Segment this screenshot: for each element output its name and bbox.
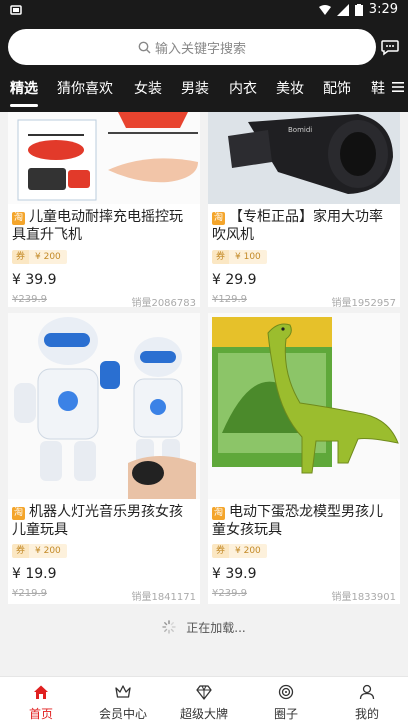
- product-card[interactable]: 淘儿童电动耐摔充电摇控玩具直升飞机 券 ¥ 200 ¥ 39.9 ¥239.9 销…: [8, 112, 200, 309]
- product-price: ¥ 39.9: [212, 566, 257, 582]
- coupon-badge: 券 ¥ 200: [12, 544, 67, 558]
- tab-jingxuan[interactable]: 精选: [10, 78, 38, 98]
- sales-count: 销量2086783: [131, 298, 196, 309]
- search-row: 输入关键字搜索: [8, 29, 400, 65]
- wifi-icon: [318, 4, 331, 15]
- notification-icon: [10, 5, 22, 15]
- coupon-badge: 券 ¥ 200: [212, 544, 267, 558]
- message-icon[interactable]: [380, 37, 400, 57]
- nav-super-brand[interactable]: 超级大牌: [163, 677, 245, 726]
- diamond-icon: [196, 685, 212, 700]
- product-image: [8, 313, 200, 499]
- original-price: ¥219.9: [12, 588, 47, 599]
- product-card[interactable]: 淘机器人灯光音乐男孩女孩儿童玩具 券 ¥ 200 ¥ 19.9 ¥219.9 销量…: [8, 313, 200, 604]
- tab-beauty[interactable]: 美妆: [276, 78, 304, 98]
- product-card[interactable]: Bomidi 淘【专柜正品】家用大功率吹风机 券 ¥ 100 ¥ 29.9 ¥12…: [208, 112, 400, 309]
- taobao-tag: 淘: [12, 212, 25, 225]
- status-bar: 3:29: [0, 0, 408, 24]
- taobao-tag: 淘: [212, 507, 225, 520]
- dinosaur-image: [208, 313, 400, 499]
- robot-image: [8, 313, 200, 499]
- tab-guess-you-like[interactable]: 猜你喜欢: [57, 78, 113, 98]
- original-price: ¥239.9: [212, 588, 247, 599]
- nav-mine[interactable]: 我的: [326, 677, 408, 726]
- product-image: [208, 313, 400, 499]
- battery-icon: [354, 3, 363, 16]
- product-price: ¥ 39.9: [12, 272, 57, 288]
- product-image: [8, 112, 200, 204]
- menu-icon[interactable]: [392, 80, 404, 94]
- sales-count: 销量1952957: [331, 298, 396, 309]
- taobao-tag: 淘: [12, 507, 25, 520]
- status-right: 3:29: [318, 2, 398, 17]
- nav-circle[interactable]: 圈子: [245, 677, 327, 726]
- sales-count: 销量1833901: [331, 592, 396, 603]
- status-time: 3:29: [368, 2, 398, 17]
- product-card[interactable]: 淘电动下蛋恐龙模型男孩儿童女孩玩具 券 ¥ 200 ¥ 39.9 ¥239.9 销…: [208, 313, 400, 604]
- search-icon: [138, 41, 151, 53]
- original-price: ¥239.9: [12, 294, 47, 305]
- product-title: 淘电动下蛋恐龙模型男孩儿童女孩玩具: [212, 504, 383, 538]
- sales-count: 销量1841171: [131, 592, 196, 603]
- coupon-badge: 券 ¥ 100: [212, 250, 267, 264]
- product-title: 淘儿童电动耐摔充电摇控玩具直升飞机: [12, 209, 183, 243]
- product-price: ¥ 19.9: [12, 566, 57, 582]
- nav-member-center[interactable]: 会员中心: [82, 677, 164, 726]
- search-input[interactable]: 输入关键字搜索: [8, 29, 376, 65]
- crown-icon: [115, 685, 131, 698]
- product-image: Bomidi: [208, 112, 400, 204]
- category-tabs: 精选 猜你喜欢 女装 男装 内衣 美妆 配饰 鞋: [0, 70, 408, 110]
- coupon-badge: 券 ¥ 200: [12, 250, 67, 264]
- circle-icon: [278, 684, 294, 700]
- product-title: 淘【专柜正品】家用大功率吹风机: [212, 209, 383, 243]
- original-price: ¥129.9: [212, 294, 247, 305]
- hair-dryer-image: Bomidi: [208, 112, 400, 204]
- tab-shoes[interactable]: 鞋: [371, 78, 385, 98]
- spinner-icon: [162, 620, 176, 634]
- home-icon: [34, 685, 48, 699]
- active-tab-indicator: [10, 104, 38, 107]
- nav-home[interactable]: 首页: [0, 677, 82, 726]
- product-title: 淘机器人灯光音乐男孩女孩儿童玩具: [12, 504, 183, 538]
- tab-womens[interactable]: 女装: [134, 78, 162, 98]
- loading-indicator: 正在加载...: [0, 610, 408, 644]
- bottom-nav: 首页 会员中心 超级大牌 圈子 我的: [0, 676, 408, 726]
- header: 3:29 输入关键字搜索 精选 猜你喜欢 女装 男装 内衣 美妆 配饰 鞋: [0, 0, 408, 112]
- tab-accessories[interactable]: 配饰: [323, 78, 351, 98]
- search-placeholder: 输入关键字搜索: [154, 41, 246, 57]
- svg-text:Bomidi: Bomidi: [288, 126, 312, 134]
- user-icon: [359, 684, 375, 700]
- product-price: ¥ 29.9: [212, 272, 257, 288]
- signal-icon: [336, 3, 349, 16]
- taobao-tag: 淘: [212, 212, 225, 225]
- tab-underwear[interactable]: 内衣: [229, 78, 257, 98]
- loading-text: 正在加载...: [186, 620, 246, 635]
- helicopter-image: [8, 112, 200, 204]
- product-grid: 淘儿童电动耐摔充电摇控玩具直升飞机 券 ¥ 200 ¥ 39.9 ¥239.9 销…: [8, 112, 400, 604]
- tab-mens[interactable]: 男装: [181, 78, 209, 98]
